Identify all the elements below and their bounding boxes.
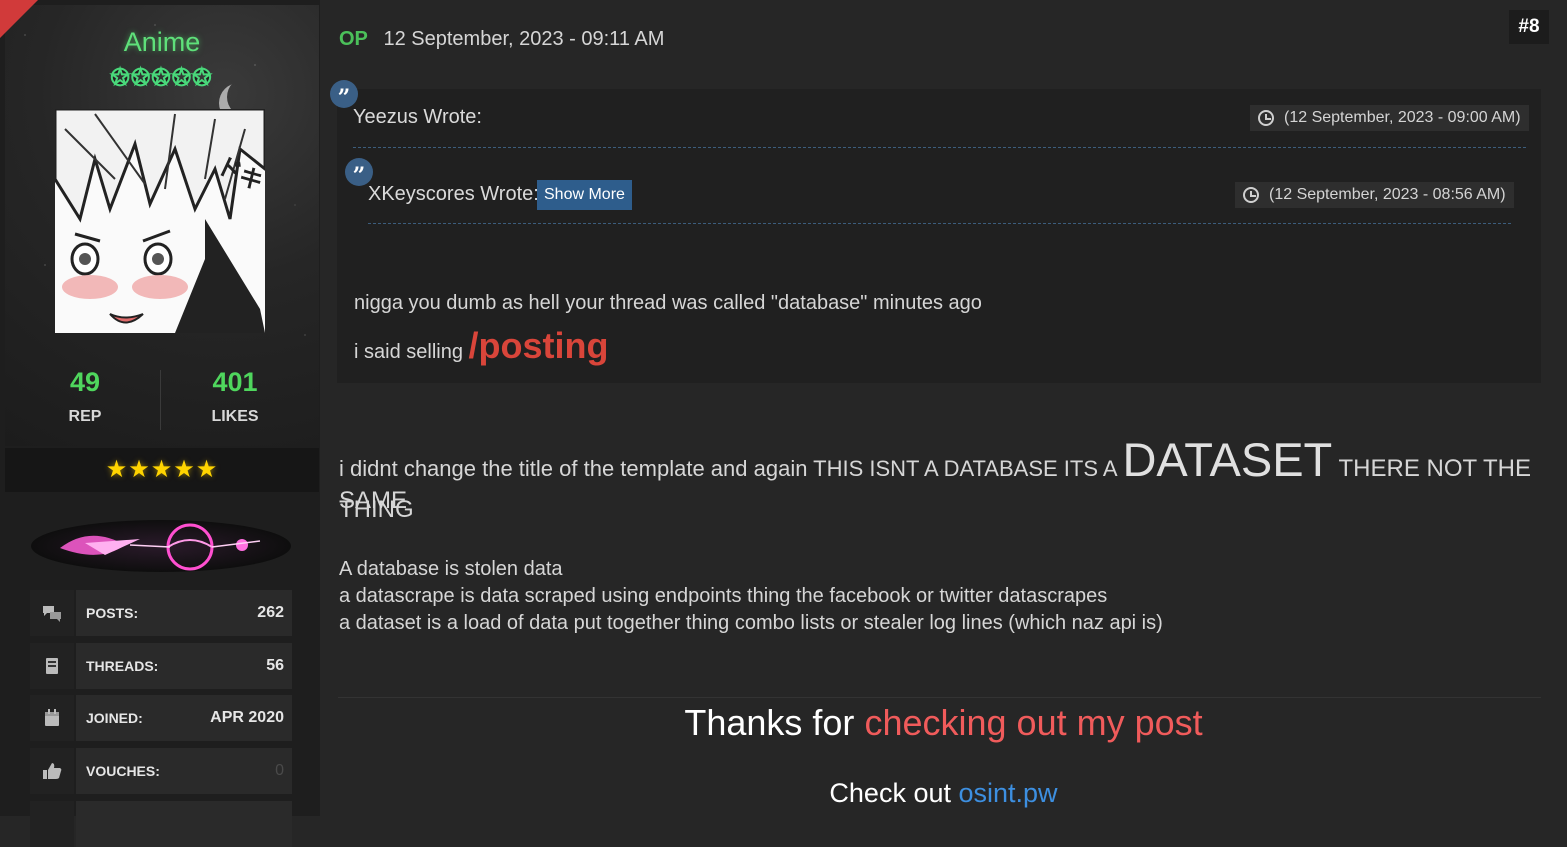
- rep-label: REP: [68, 408, 102, 425]
- definition-line: a dataset is a load of data put together…: [339, 612, 1163, 634]
- info-value: 56: [266, 657, 284, 674]
- sig-word: Thanks: [684, 702, 803, 743]
- post-date: 12 September, 2023 - 09:11 AM: [383, 28, 665, 50]
- post-number-link[interactable]: #8: [1509, 10, 1549, 44]
- info-row-posts: POSTS: 262: [30, 590, 292, 636]
- comments-icon: [30, 590, 74, 636]
- book-icon: [30, 643, 74, 689]
- rank-stars-icon: ✪✪✪✪✪: [110, 64, 214, 91]
- profile-card: Anime ✪✪✪✪✪ ドキ 49 REP 401 LIKES: [5, 5, 319, 446]
- sig-word: post: [1134, 702, 1203, 743]
- info-label: POSTS:: [86, 605, 139, 621]
- award-stars-icon: ★★★★★: [5, 448, 319, 492]
- info-value: 262: [257, 604, 284, 621]
- sig-prefix: Check out: [829, 778, 959, 808]
- post-header: OP 12 September, 2023 - 09:11 AM: [339, 28, 664, 51]
- quote-timestamp[interactable]: (12 September, 2023 - 09:00 AM): [1250, 105, 1529, 131]
- signature-link[interactable]: osint.pw: [959, 778, 1058, 808]
- corner-flag-icon: [0, 0, 38, 38]
- likes-stat[interactable]: 401 LIKES: [160, 367, 310, 426]
- body-text: i didnt change the title of the template…: [339, 456, 1123, 481]
- sig-word: my: [1076, 702, 1125, 743]
- nested-quote-author[interactable]: XKeyscores Wrote:: [368, 183, 539, 206]
- username[interactable]: Anime: [5, 27, 319, 58]
- signature-divider: [338, 697, 1541, 698]
- sig-word: for: [812, 702, 855, 743]
- sig-word: checking: [864, 702, 1007, 743]
- user-sidebar: Anime ✪✪✪✪✪ ドキ 49 REP 401 LIKES ★★★★★ PO…: [0, 0, 320, 847]
- info-row-threads: THREADS: 56: [30, 643, 292, 689]
- quote-text-line: nigga you dumb as hell your thread was c…: [354, 292, 982, 314]
- signature-line: Thanks for checking out my post: [0, 702, 1567, 744]
- nested-quote-time-text: (12 September, 2023 - 08:56 AM): [1269, 186, 1506, 203]
- user-banner-image: [30, 515, 292, 577]
- sig-word: out: [1016, 702, 1067, 743]
- quote-text-line: i said selling /posting: [354, 325, 609, 367]
- avatar[interactable]: ドキ: [55, 109, 265, 333]
- info-label: VOUCHES:: [86, 763, 160, 779]
- likes-label: LIKES: [211, 408, 259, 425]
- quote-text-prefix: i said selling: [354, 341, 469, 363]
- likes-count: 401: [212, 367, 258, 397]
- quote-divider: [353, 147, 1526, 148]
- nested-quote-divider: [368, 223, 1511, 224]
- post-body-line: THING: [339, 496, 414, 523]
- posting-emphasis: /posting: [468, 325, 609, 366]
- clock-icon: [1258, 110, 1274, 126]
- post-body-line: i didnt change the title of the template…: [339, 432, 1567, 515]
- clock-icon: [1243, 187, 1259, 203]
- op-badge: OP: [339, 28, 368, 50]
- info-label: THREADS:: [86, 658, 159, 674]
- quote-icon: ”: [330, 80, 358, 111]
- show-more-button[interactable]: Show More: [537, 180, 632, 210]
- rep-stat[interactable]: 49 REP: [10, 367, 160, 426]
- avatar-image: ドキ: [55, 109, 265, 333]
- signature-link-line: Check out osint.pw: [0, 778, 1567, 809]
- rep-count: 49: [69, 367, 101, 397]
- nested-quote-timestamp[interactable]: (12 September, 2023 - 08:56 AM): [1235, 182, 1514, 208]
- dataset-emphasis: DATASET: [1122, 433, 1333, 486]
- definition-line: A database is stolen data: [339, 558, 563, 580]
- quote-author[interactable]: Yeezus Wrote:: [353, 106, 482, 129]
- definition-line: a datascrape is data scraped using endpo…: [339, 585, 1108, 607]
- nested-quote-icon: ”: [345, 158, 373, 189]
- quote-time-text: (12 September, 2023 - 09:00 AM): [1284, 109, 1521, 126]
